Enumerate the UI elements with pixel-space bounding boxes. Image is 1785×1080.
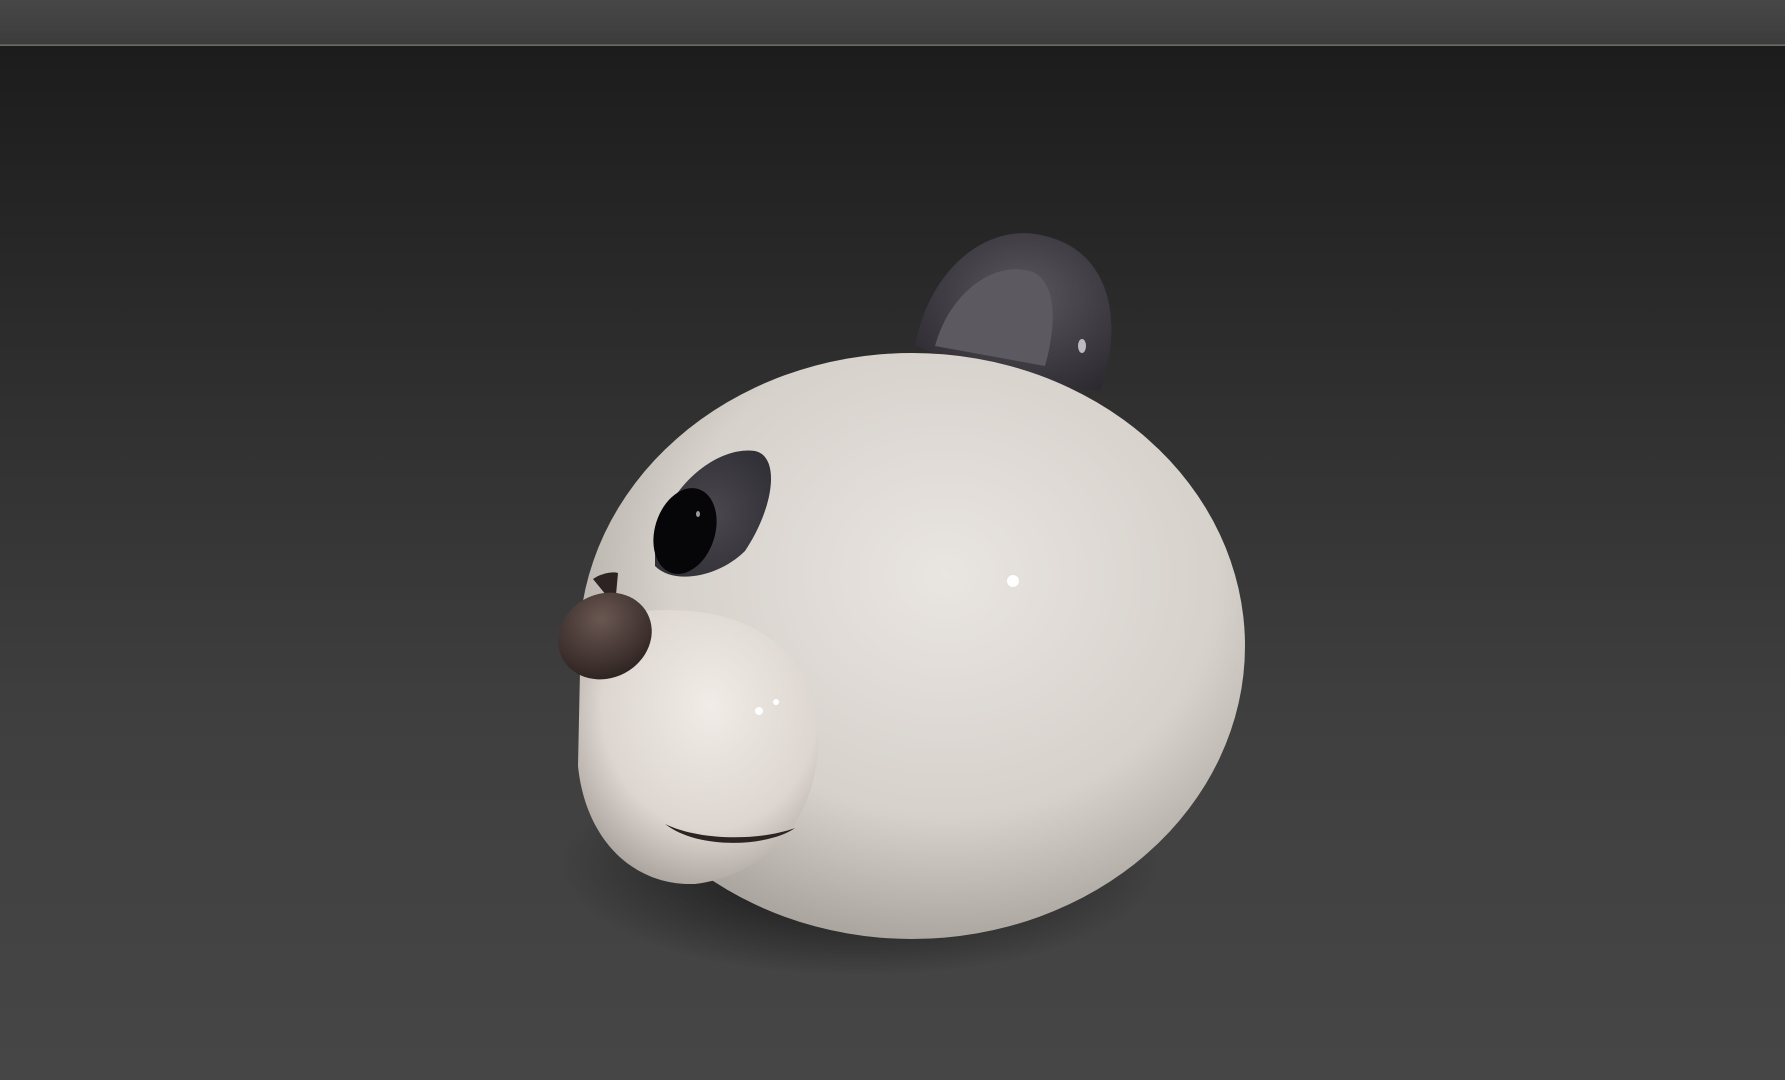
- ear-highlight: [1078, 339, 1086, 353]
- 3d-viewport[interactable]: [0, 46, 1785, 1080]
- app-window: [0, 0, 1785, 1080]
- muzzle-highlight-2: [773, 699, 779, 705]
- eye-highlight: [696, 511, 700, 517]
- muzzle-highlight: [755, 707, 763, 715]
- top-toolbar: [0, 0, 1785, 44]
- head-highlight: [1007, 575, 1019, 587]
- viewport-canvas[interactable]: [0, 46, 1785, 1080]
